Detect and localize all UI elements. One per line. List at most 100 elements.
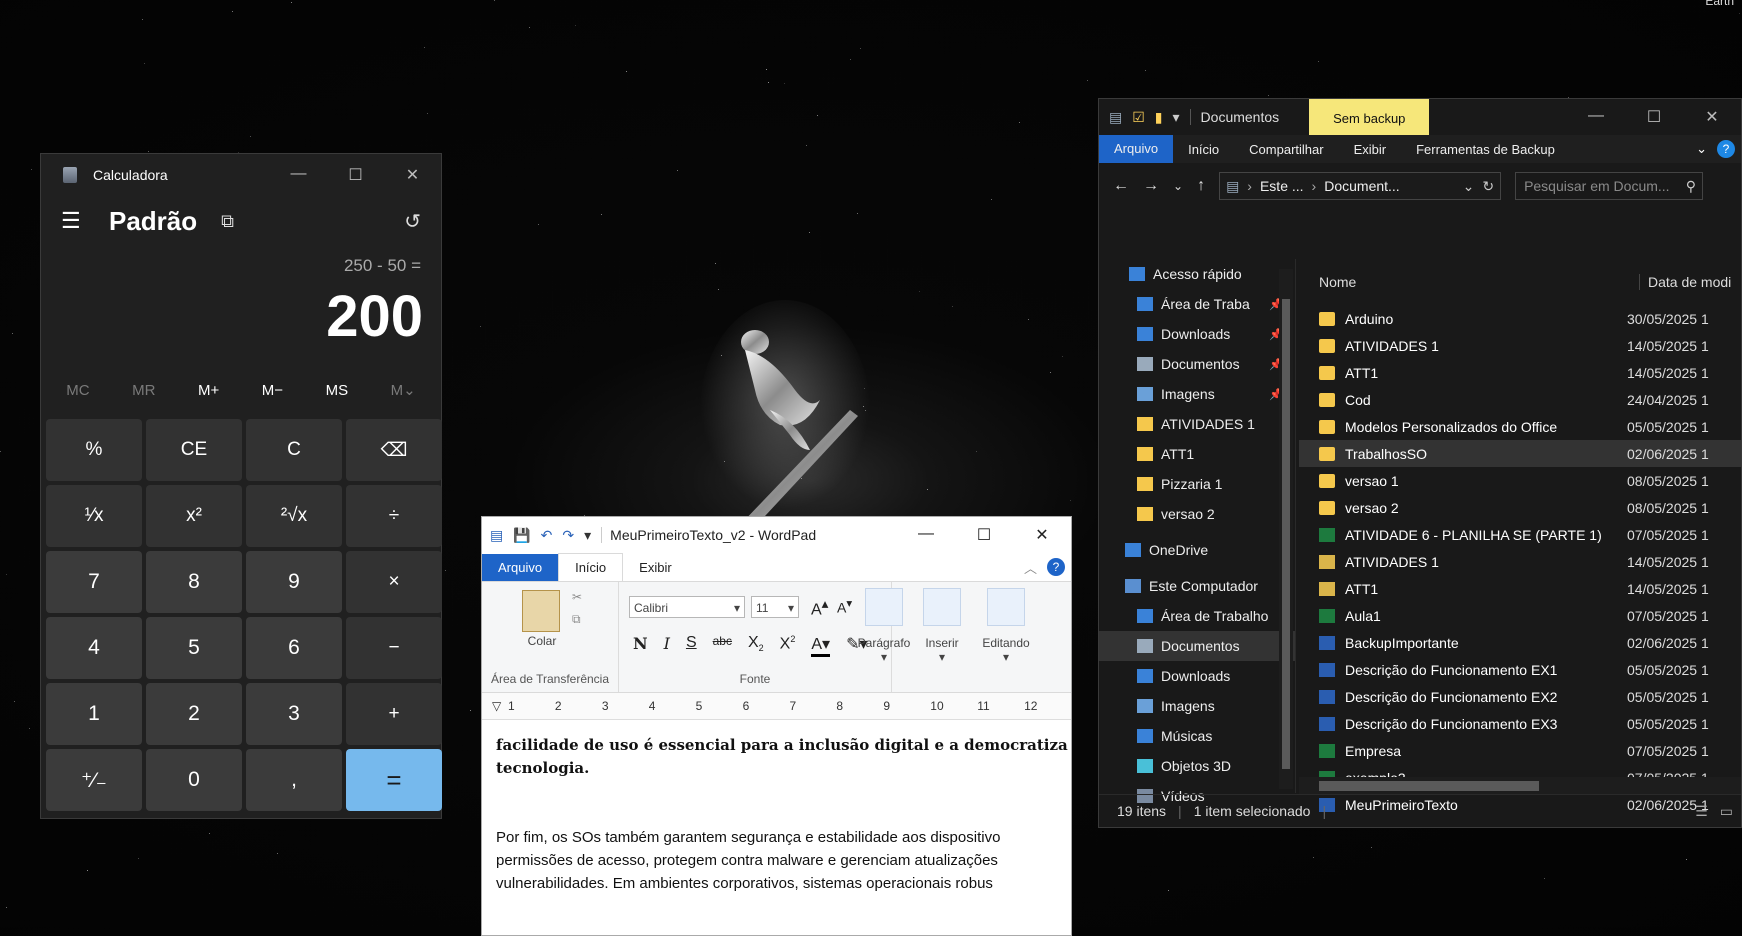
maximize-button[interactable]: ☐ — [1625, 107, 1683, 127]
nav-item[interactable]: ATT1 — [1099, 439, 1295, 469]
calc-key[interactable]: 9 — [246, 551, 342, 613]
file-row[interactable]: Cod 24/04/2025 1 — [1299, 386, 1741, 413]
nav-item[interactable]: versao 2 — [1099, 499, 1295, 529]
cut-icon[interactable]: ✂ — [572, 590, 582, 604]
paste-button[interactable]: Colar — [522, 634, 562, 648]
ribbon-tab[interactable]: Compartilhar — [1234, 142, 1338, 157]
minimize-button[interactable]: — — [270, 165, 327, 185]
ribbon-tab[interactable]: Ferramentas de Backup — [1401, 142, 1570, 157]
file-list-hscrollbar[interactable] — [1299, 777, 1741, 795]
new-folder-icon[interactable]: ▮ — [1155, 109, 1163, 126]
quick-access-dropdown-icon[interactable]: ▾ — [1173, 109, 1180, 126]
calc-key[interactable]: ²√x — [246, 485, 342, 547]
calc-key[interactable]: 6 — [246, 617, 342, 679]
underline-button[interactable]: S — [686, 634, 697, 657]
memory-button[interactable]: MC — [66, 382, 89, 399]
history-icon[interactable]: ↺ — [404, 209, 421, 234]
backup-badge[interactable]: Sem backup — [1309, 99, 1430, 135]
calc-key[interactable]: CE — [146, 419, 242, 481]
nav-item[interactable]: Objetos 3D — [1099, 751, 1295, 781]
recent-locations-icon[interactable]: ⌄ — [1173, 179, 1183, 193]
address-dropdown-icon[interactable]: ⌄ — [1463, 178, 1475, 195]
italic-button[interactable]: I — [664, 634, 670, 657]
menu-icon[interactable]: ☰ — [61, 208, 101, 234]
calculator-titlebar[interactable]: Calculadora — ☐ ✕ — [41, 154, 441, 196]
calc-key[interactable]: + — [346, 683, 442, 745]
nav-item[interactable]: Pizzaria 1 — [1099, 469, 1295, 499]
editing-button[interactable]: Editando ▾ — [974, 588, 1038, 664]
calc-key[interactable]: 4 — [46, 617, 142, 679]
nav-item[interactable]: ATIVIDADES 1 — [1099, 409, 1295, 439]
quick-access-dropdown-icon[interactable]: ▾ — [584, 527, 591, 544]
file-row[interactable]: versao 2 08/05/2025 1 — [1299, 494, 1741, 521]
calc-key[interactable]: × — [346, 551, 442, 613]
ribbon-tab[interactable]: Arquivo — [1099, 135, 1174, 163]
nav-scrollbar[interactable] — [1279, 269, 1293, 789]
calc-key[interactable]: ÷ — [346, 485, 442, 547]
details-view-icon[interactable]: ☰ — [1695, 803, 1708, 820]
calc-key[interactable]: ¹⁄x — [46, 485, 142, 547]
nav-item[interactable]: Área de Traba 📌 — [1099, 289, 1295, 319]
redo-icon[interactable]: ↷ — [562, 527, 574, 544]
file-row[interactable]: Descrição do Funcionamento EX2 05/05/2025… — [1299, 683, 1741, 710]
strikethrough-button[interactable]: abc — [713, 634, 732, 657]
file-row[interactable]: Arduino 30/05/2025 1 — [1299, 305, 1741, 332]
nav-item[interactable]: Documentos — [1099, 631, 1295, 661]
column-name[interactable]: Nome — [1299, 274, 1639, 290]
undo-icon[interactable]: ↶ — [541, 527, 553, 544]
calc-key[interactable]: 1 — [46, 683, 142, 745]
memory-button[interactable]: M− — [262, 382, 283, 399]
superscript-button[interactable]: X2 — [780, 634, 796, 657]
font-family-select[interactable]: Calibri ▾ — [629, 596, 745, 618]
calc-key[interactable]: 8 — [146, 551, 242, 613]
ruler[interactable]: ▽ 1 2 3 4 5 6 7 8 9 10 11 12 — [482, 693, 1071, 720]
expand-ribbon-icon[interactable]: ⌄ — [1696, 141, 1707, 157]
calc-key[interactable]: = — [346, 749, 442, 811]
subscript-button[interactable]: X2 — [748, 634, 764, 657]
insert-button[interactable]: Inserir ▾ — [914, 588, 970, 664]
calc-key[interactable]: 3 — [246, 683, 342, 745]
keep-on-top-icon[interactable]: ⧉ — [221, 211, 234, 232]
memory-button[interactable]: M⌄ — [391, 381, 416, 399]
maximize-button[interactable]: ☐ — [327, 165, 384, 185]
nav-item[interactable]: Imagens — [1099, 691, 1295, 721]
search-input[interactable]: Pesquisar em Docum... ⚲ — [1515, 172, 1704, 200]
paragraph-button[interactable]: Parágrafo ▾ — [854, 588, 914, 664]
file-row[interactable]: versao 1 08/05/2025 1 — [1299, 467, 1741, 494]
file-row[interactable]: Aula1 07/05/2025 1 — [1299, 602, 1741, 629]
wordpad-titlebar[interactable]: ▤ 💾 ↶ ↷ ▾ MeuPrimeiroTexto_v2 - WordPad … — [482, 517, 1071, 553]
grow-font-icon[interactable]: A▴ — [811, 596, 828, 619]
close-button[interactable]: ✕ — [384, 165, 441, 185]
column-date[interactable]: Data de modi — [1639, 274, 1731, 290]
calc-key[interactable]: ⁺⁄₋ — [46, 749, 142, 811]
memory-button[interactable]: MR — [132, 382, 155, 399]
nav-item[interactable]: Documentos 📌 — [1099, 349, 1295, 379]
file-row[interactable]: Descrição do Funcionamento EX3 05/05/2025… — [1299, 710, 1741, 737]
font-size-select[interactable]: 11 ▾ — [751, 596, 799, 618]
file-row[interactable]: TrabalhosSO 02/06/2025 1 — [1299, 440, 1741, 467]
file-row[interactable]: ATIVIDADE 6 - PLANILHA SE (PARTE 1) 07/05… — [1299, 521, 1741, 548]
help-icon[interactable]: ? — [1047, 558, 1065, 576]
nav-item[interactable]: Músicas — [1099, 721, 1295, 751]
shrink-font-icon[interactable]: A▾ — [837, 596, 852, 616]
nav-item[interactable]: Downloads — [1099, 661, 1295, 691]
tiles-view-icon[interactable]: ▭ — [1720, 803, 1733, 820]
calc-key[interactable]: % — [46, 419, 142, 481]
calc-key[interactable]: 0 — [146, 749, 242, 811]
file-row[interactable]: Empresa 07/05/2025 1 — [1299, 737, 1741, 764]
document-area[interactable]: facilidade de uso é essencial para a inc… — [482, 720, 1071, 895]
file-row[interactable]: Modelos Personalizados do Office 05/05/20… — [1299, 413, 1741, 440]
calc-key[interactable]: − — [346, 617, 442, 679]
nav-item[interactable]: OneDrive — [1099, 535, 1295, 565]
refresh-icon[interactable]: ↻ — [1482, 178, 1494, 195]
bold-button[interactable]: N — [633, 634, 648, 657]
file-row[interactable]: ATIVIDADES 1 14/05/2025 1 — [1299, 332, 1741, 359]
tab-inicio[interactable]: Início — [558, 553, 624, 581]
help-icon[interactable]: ? — [1717, 140, 1735, 158]
memory-button[interactable]: M+ — [198, 382, 219, 399]
up-icon[interactable]: ↑ — [1197, 177, 1205, 195]
nav-item[interactable]: Imagens 📌 — [1099, 379, 1295, 409]
indent-marker-icon[interactable]: ▽ — [492, 699, 508, 713]
copy-icon[interactable]: ⧉ — [572, 612, 581, 627]
ribbon-tab[interactable]: Exibir — [1339, 142, 1402, 157]
